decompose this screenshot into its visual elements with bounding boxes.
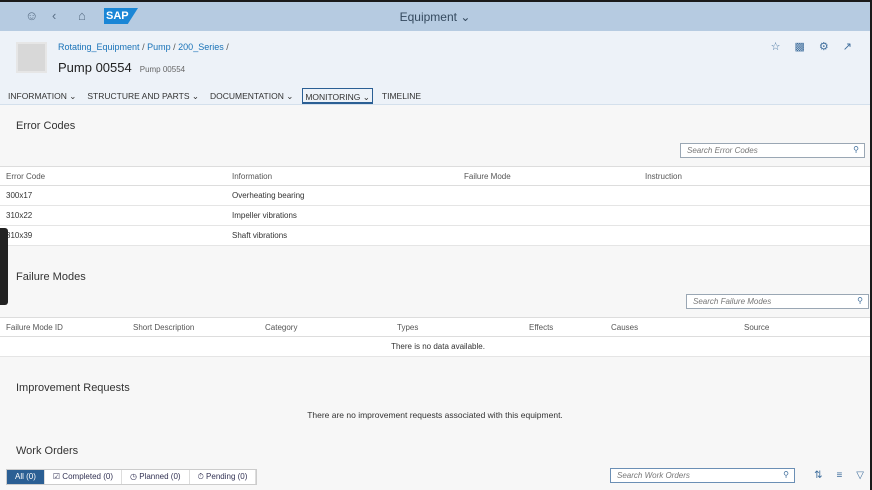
- search-icon[interactable]: ⚲: [857, 296, 863, 305]
- filter-pending[interactable]: ⏱ Pending (0): [190, 470, 257, 484]
- search-icon[interactable]: ⚲: [783, 470, 789, 479]
- app-title[interactable]: Equipment ⌄: [0, 10, 870, 24]
- table-row[interactable]: 300x17 Overheating bearing: [0, 185, 870, 206]
- check-icon: ☑: [52, 472, 61, 481]
- filter-icon[interactable]: ▽: [856, 470, 864, 481]
- page-title: Pump 00554 Pump 00554: [58, 60, 186, 75]
- table-row[interactable]: 310x22 Impeller vibrations: [0, 205, 870, 226]
- search-failure-modes-input[interactable]: Search Failure Modes ⚲: [686, 294, 869, 309]
- tab-monitoring[interactable]: MONITORING ⌄: [302, 88, 373, 104]
- column-header: Failure Mode: [458, 166, 639, 186]
- column-header: Category: [259, 317, 391, 337]
- clock-icon: ◷: [129, 472, 137, 481]
- filter-completed[interactable]: ☑ Completed (0): [45, 470, 122, 484]
- column-header: Source: [738, 317, 870, 337]
- work-order-filter: All (0) ☑ Completed (0) ◷ Planned (0) ⏱ …: [6, 469, 258, 485]
- tab-timeline[interactable]: TIMELINE: [380, 88, 423, 104]
- filter-all[interactable]: All (0): [7, 470, 45, 484]
- breadcrumb-link[interactable]: Rotating_Equipment: [58, 42, 140, 52]
- group-icon[interactable]: ≡: [836, 470, 842, 481]
- filter-planned[interactable]: ◷ Planned (0): [122, 470, 190, 484]
- tab-information[interactable]: INFORMATION ⌄: [6, 88, 78, 104]
- hierarchy-icon[interactable]: ▩: [795, 40, 805, 53]
- no-improvement-message: There are no improvement requests associ…: [307, 410, 563, 420]
- search-error-codes-input[interactable]: Search Error Codes ⚲: [680, 143, 865, 158]
- section-title: Failure Modes: [16, 271, 86, 283]
- column-header: Types: [391, 317, 523, 337]
- section-title: Error Codes: [16, 120, 76, 132]
- tab-bar: INFORMATION ⌄ STRUCTURE AND PARTS ⌄ DOCU…: [6, 88, 423, 104]
- column-header: Instruction: [639, 166, 870, 186]
- sort-icon[interactable]: ⇅: [814, 470, 822, 481]
- chevron-down-icon: ⌄: [460, 10, 471, 24]
- timer-icon: ⏱: [197, 472, 204, 481]
- table-row[interactable]: 310x39 Shaft vibrations: [0, 225, 870, 246]
- breadcrumb-link[interactable]: 200_Series: [178, 42, 224, 52]
- column-header: Failure Mode ID: [0, 317, 127, 337]
- share-icon[interactable]: ↗: [843, 40, 852, 53]
- breadcrumb: Rotating_Equipment / Pump / 200_Series /: [58, 42, 229, 52]
- image-placeholder-icon: [16, 42, 47, 73]
- gear-icon[interactable]: ⚙: [819, 40, 829, 53]
- search-work-orders-input[interactable]: Search Work Orders ⚲: [610, 468, 795, 483]
- search-icon[interactable]: ⚲: [853, 145, 859, 154]
- section-title: Improvement Requests: [16, 382, 130, 394]
- failure-modes-table: Failure Mode ID Short Description Category…: [0, 317, 870, 357]
- column-header: Error Code: [0, 166, 226, 186]
- column-header: Short Description: [127, 317, 259, 337]
- page-subtitle: Pump 00554: [139, 65, 186, 74]
- column-header: Causes: [605, 317, 738, 337]
- no-data-message: There is no data available.: [0, 336, 870, 357]
- column-header: Information: [226, 166, 458, 186]
- tab-structure[interactable]: STRUCTURE AND PARTS ⌄: [85, 88, 201, 104]
- star-icon[interactable]: ☆: [771, 40, 781, 53]
- side-handle[interactable]: [0, 228, 8, 305]
- breadcrumb-link[interactable]: Pump: [147, 42, 171, 52]
- error-codes-table: Error Code Information Failure Mode Instruc…: [0, 166, 870, 246]
- app: ☺ ‹ ⌂ SAP Equipment ⌄ Rotating_Equipment…: [0, 2, 870, 490]
- column-header: Effects: [523, 317, 605, 337]
- section-title: Work Orders: [16, 445, 79, 457]
- shell-bar: ☺ ‹ ⌂ SAP Equipment ⌄: [0, 2, 870, 31]
- tab-documentation[interactable]: DOCUMENTATION ⌄: [208, 88, 295, 104]
